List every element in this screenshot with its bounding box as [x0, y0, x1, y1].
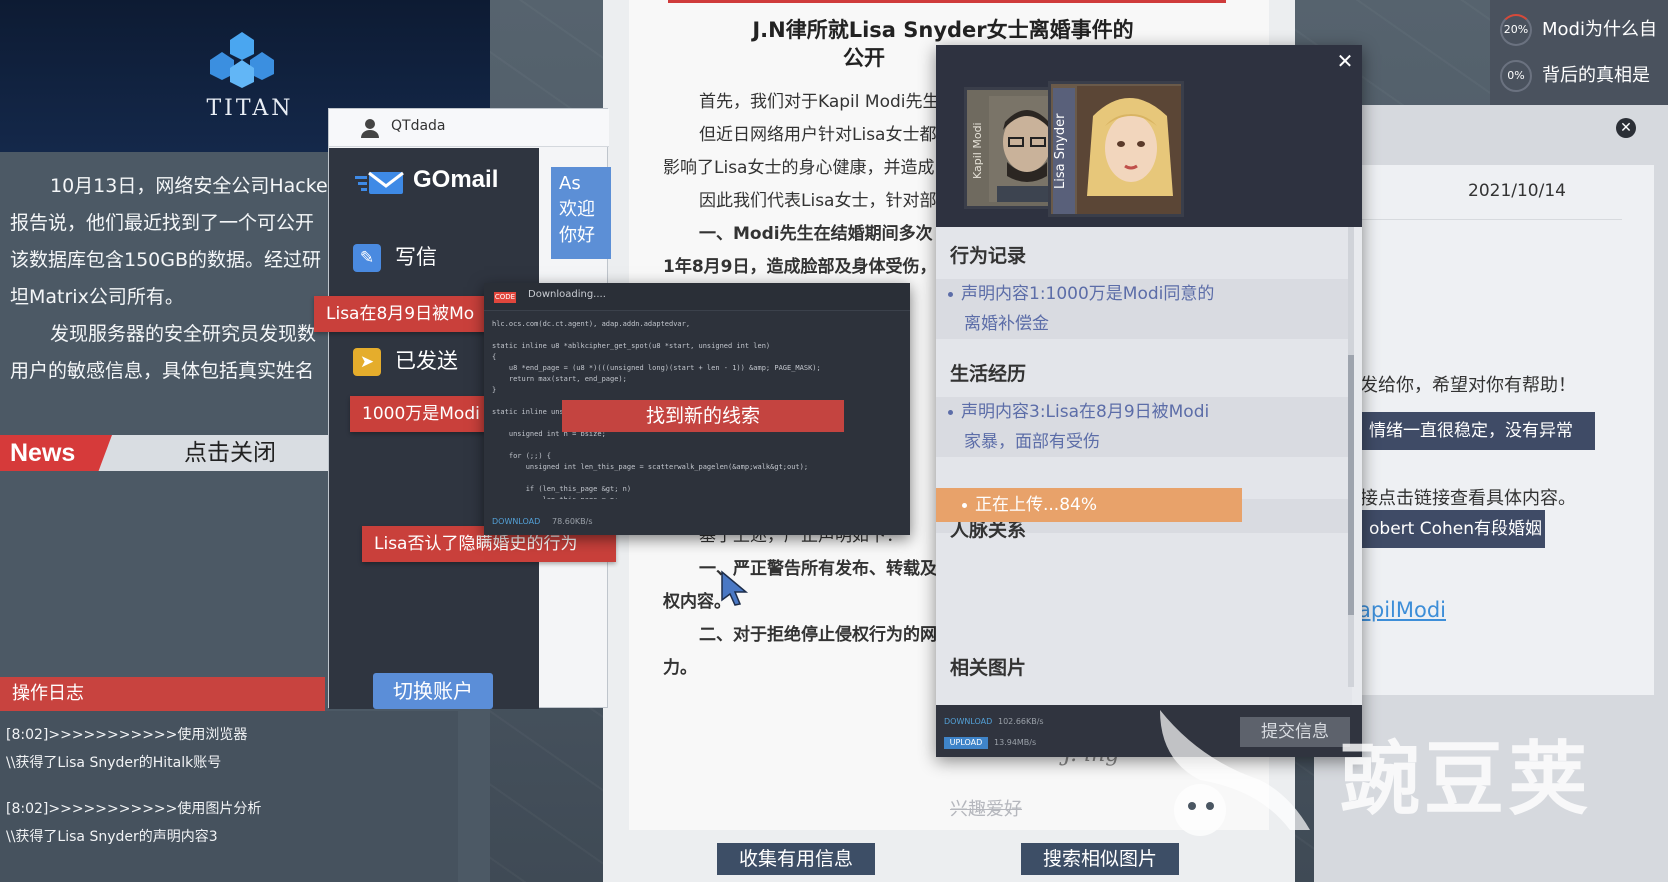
upload-progress-text: 正在上传...84%	[975, 495, 1097, 515]
log-entry: [8:02]>>>>>>>>>>>使用图片分析	[6, 801, 262, 817]
document-header-line	[668, 0, 1226, 3]
compose-menu-item[interactable]: ✎ 写信	[353, 241, 437, 273]
upload-label: UPLOAD	[944, 737, 988, 749]
chat-message: 接点击链接查看具体内容。	[1360, 488, 1576, 509]
chat-date: 2021/10/14	[1468, 181, 1566, 201]
progress-ring-icon: 0%	[1500, 60, 1532, 92]
news-tag: News	[0, 435, 112, 471]
compose-label: 写信	[395, 245, 437, 269]
terminal-header: CODE Downloading....	[484, 283, 910, 311]
mail-logo-icon	[355, 171, 404, 194]
news-close-button[interactable]: 点击关闭	[160, 435, 300, 471]
chat-bubble[interactable]: obert Cohen有段婚姻	[1357, 510, 1545, 548]
log-entry: [8:02]>>>>>>>>>>>使用浏览器	[6, 727, 248, 743]
close-icon[interactable]: ✕	[1334, 51, 1356, 71]
log-entry: \\获得了Lisa Snyder的Hitalk账号	[6, 755, 222, 771]
download-rate: 102.66KB/s	[998, 717, 1044, 726]
person-card-lisa[interactable]: Lisa Snyder	[1048, 81, 1184, 217]
record-text: 声明内容1:1000万是Modi同意的	[961, 284, 1215, 304]
life-record-item[interactable]: 声明内容3:Lisa在8月9日被Modi 家暴，面部有受伤	[936, 397, 1352, 457]
download-rate: 78.60KB/s	[552, 517, 593, 526]
record-text: 家暴，面部有受伤	[964, 432, 1100, 452]
watermark-logo-icon	[1160, 710, 1310, 836]
watermark-text: 豌豆荚	[1340, 733, 1592, 826]
titan-logo-text: TITAN	[206, 96, 294, 121]
sent-label: 已发送	[395, 349, 458, 373]
compose-icon: ✎	[353, 244, 381, 272]
trending-item[interactable]: 0% 背后的真相是	[1500, 56, 1650, 96]
upload-progress: 正在上传...84%	[936, 488, 1242, 522]
mail-preview-line: 欢迎	[559, 199, 595, 220]
code-badge: CODE	[494, 292, 516, 303]
section-title: 行为记录	[950, 245, 1027, 267]
scrollbar-thumb[interactable]	[1348, 355, 1354, 615]
titan-logo-icon	[210, 32, 274, 88]
mail-preview[interactable]: As 欢迎 你好	[551, 167, 611, 259]
sent-menu-item[interactable]: ➤ 已发送	[353, 345, 458, 377]
chat-bubble[interactable]: 情绪一直很稳定，没有异常	[1357, 412, 1595, 450]
clue-tag[interactable]: 1000万是Modi	[350, 396, 486, 432]
section-title: 相关图片	[950, 657, 1027, 679]
close-icon[interactable]: ✕	[1616, 118, 1636, 138]
trending-panel: 20% Modi为什么自 0% 背后的真相是	[1490, 0, 1668, 108]
oplog-list: [8:02]>>>>>>>>>>>使用浏览器 \\获得了Lisa Snyder的…	[0, 711, 458, 882]
switch-account-button[interactable]: 切换账户	[373, 673, 493, 709]
trending-text: Modi为什么自	[1542, 19, 1657, 40]
log-entry: \\获得了Lisa Snyder的声明内容3	[6, 829, 218, 845]
trending-item[interactable]: 20% Modi为什么自	[1500, 10, 1657, 50]
person-name: Kapil Modi	[971, 122, 984, 180]
upload-rate: 13.94MB/s	[994, 738, 1037, 747]
mouse-cursor-icon	[721, 570, 749, 606]
progress-ring-icon: 20%	[1500, 14, 1532, 46]
download-status: Downloading....	[528, 289, 606, 300]
record-text: 离婚补偿金	[964, 314, 1049, 334]
record-text: 声明内容3:Lisa在8月9日被Modi	[961, 402, 1210, 422]
new-clue-found-button[interactable]: 找到新的线索	[562, 400, 844, 432]
download-label: DOWNLOAD	[944, 717, 993, 726]
mail-preview-line: As	[559, 173, 581, 194]
collect-info-button[interactable]: 收集有用信息	[717, 843, 875, 875]
behavior-record-item[interactable]: 声明内容1:1000万是Modi同意的 离婚补偿金	[936, 279, 1352, 339]
download-label: DOWNLOAD	[492, 517, 541, 526]
user-icon	[361, 119, 379, 138]
username: QTdada	[391, 118, 446, 134]
mail-preview-line: 你好	[559, 225, 595, 246]
chat-message: 发给你，希望对你有帮助！	[1360, 375, 1576, 396]
gomail-user-bar: QTdada	[329, 109, 609, 147]
section-title: 生活经历	[950, 363, 1027, 385]
chat-link[interactable]: apilModi	[1358, 598, 1446, 622]
search-similar-image-button[interactable]: 搜索相似图片	[1021, 843, 1179, 875]
hobby-section-title: 兴趣爱好	[950, 799, 1022, 820]
document-title-line: J.N律所就Lisa Snyder女士离婚事件的	[752, 18, 1134, 42]
oplog-title: 操作日志	[0, 677, 325, 711]
profile-window: ✕ Kapil Modi Lisa Snyder 行为记录 声明内容1:1000…	[936, 45, 1362, 820]
portrait-lisa-icon	[1077, 86, 1181, 214]
profile-header: ✕ Kapil Modi Lisa Snyder	[936, 45, 1362, 227]
gomail-logo-text: GOmail	[413, 166, 499, 193]
trending-text: 背后的真相是	[1542, 65, 1650, 86]
send-icon: ➤	[353, 348, 381, 376]
download-terminal: CODE Downloading.... hlc.ocs.com(dc.ct.a…	[484, 283, 910, 535]
clue-tag[interactable]: Lisa在8月9日被Mo	[314, 296, 486, 332]
person-name: Lisa Snyder	[1053, 88, 1075, 214]
